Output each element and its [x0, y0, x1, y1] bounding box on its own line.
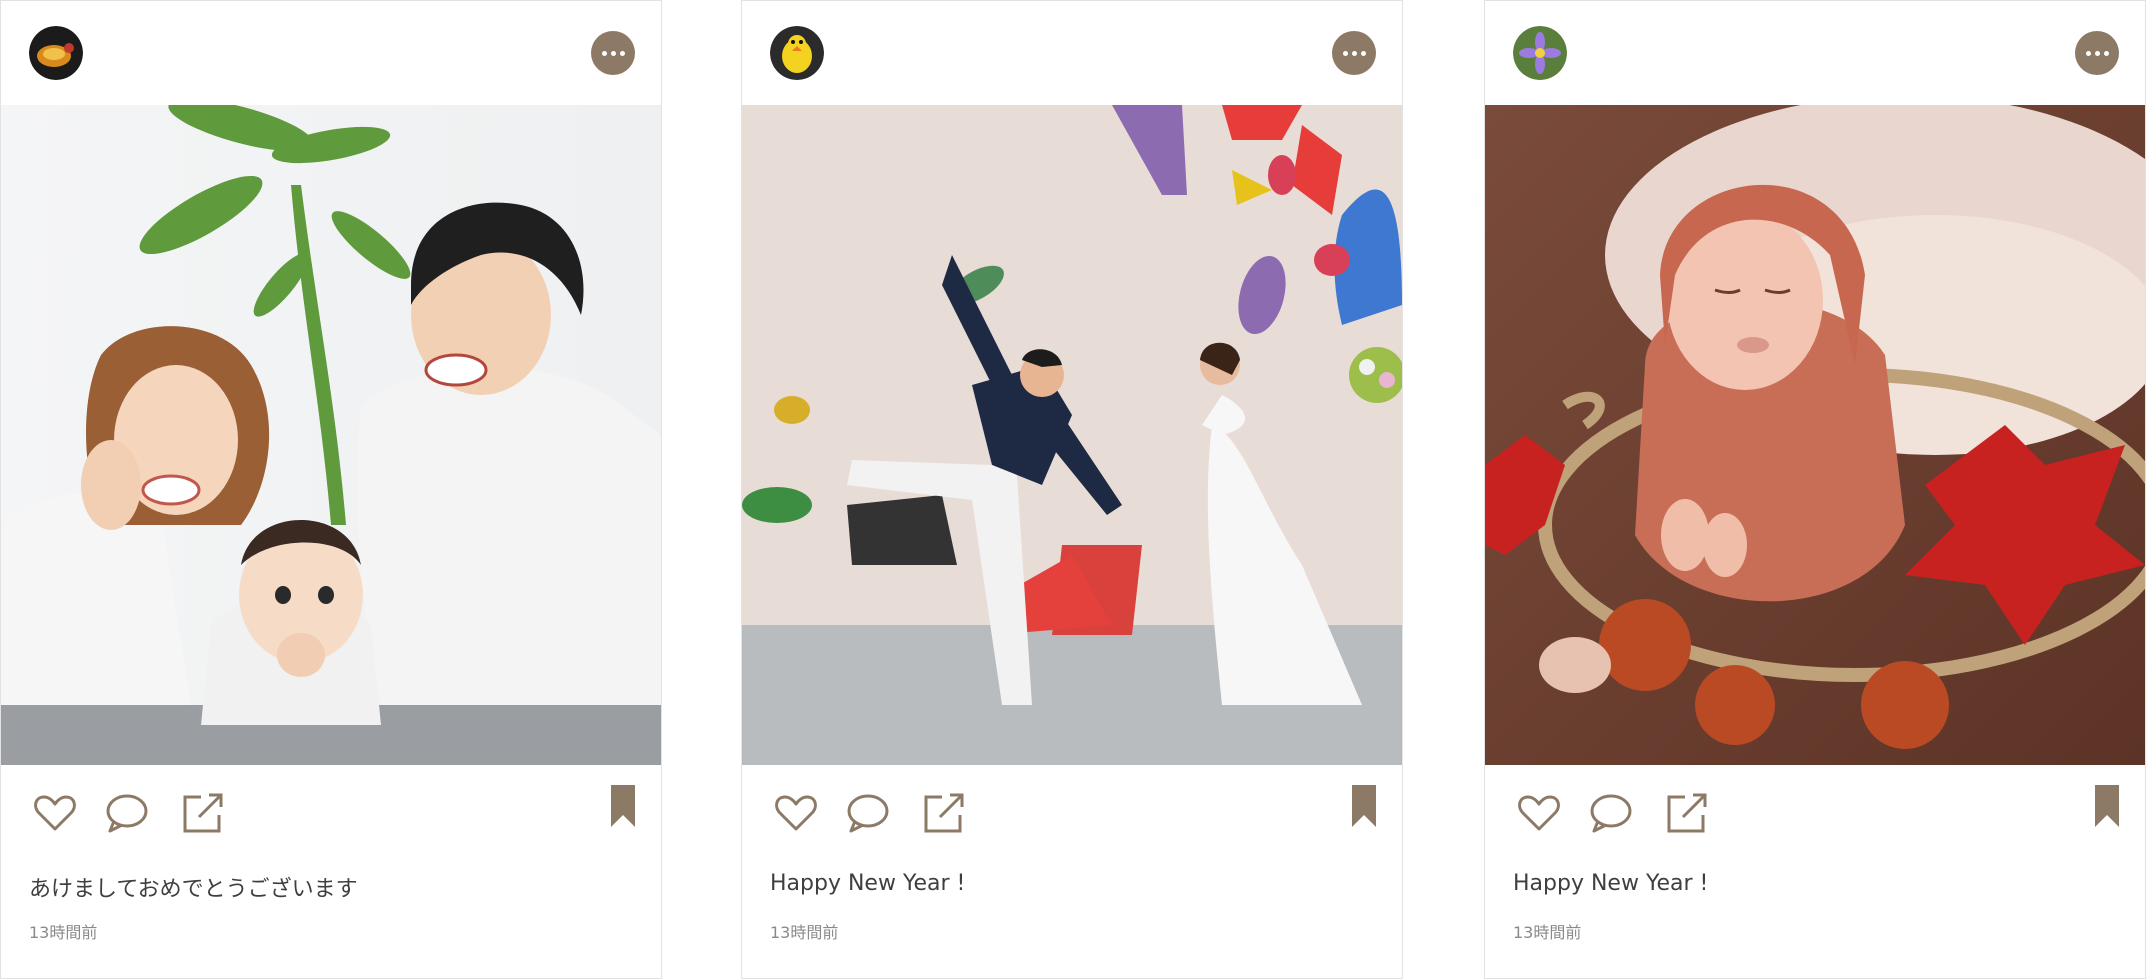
heart-icon[interactable] [31, 789, 79, 837]
more-options-button[interactable] [1332, 31, 1376, 75]
bookmark-icon[interactable] [2093, 783, 2121, 829]
post-photo [1485, 105, 2145, 765]
heart-icon[interactable] [1515, 789, 1563, 837]
post-header [742, 1, 1402, 105]
comment-icon[interactable] [844, 789, 892, 837]
post-actions [1, 765, 661, 865]
more-dots-icon [2085, 50, 2091, 56]
post-header [1, 1, 661, 105]
post-photo [1, 105, 661, 765]
post-timestamp: 13時間前 [1513, 923, 1582, 942]
user-avatar[interactable] [1513, 26, 1567, 80]
post-card: あけましておめでとうございます 13時間前 [0, 0, 662, 979]
share-icon[interactable] [1663, 789, 1711, 837]
post-header [1485, 1, 2145, 105]
more-dot [1360, 50, 1366, 56]
share-icon[interactable] [920, 789, 968, 837]
post-photo [742, 105, 1402, 765]
more-dots-icon [601, 50, 607, 56]
post-card: Happy New Year ! 13時間前 [741, 0, 1403, 979]
post-caption: Happy New Year ! [1513, 871, 1709, 896]
comment-icon[interactable] [1587, 789, 1635, 837]
comment-icon[interactable] [103, 789, 151, 837]
post-caption: Happy New Year ! [770, 871, 966, 896]
share-icon[interactable] [179, 789, 227, 837]
user-avatar[interactable] [29, 26, 83, 80]
more-options-button[interactable] [2075, 31, 2119, 75]
bookmark-icon[interactable] [609, 783, 637, 829]
more-dot [610, 50, 616, 56]
post-timestamp: 13時間前 [770, 923, 839, 942]
more-dot [1351, 50, 1357, 56]
user-avatar[interactable] [770, 26, 824, 80]
bookmark-icon[interactable] [1350, 783, 1378, 829]
heart-icon[interactable] [772, 789, 820, 837]
post-card: Happy New Year ! 13時間前 [1484, 0, 2146, 979]
more-dot [619, 50, 625, 56]
post-timestamp: 13時間前 [29, 923, 98, 942]
post-caption: あけましておめでとうございます [29, 877, 358, 902]
more-dot [2094, 50, 2100, 56]
post-actions [1485, 765, 2145, 865]
more-dot [2103, 50, 2109, 56]
more-dots-icon [1342, 50, 1348, 56]
post-actions [742, 765, 1402, 865]
more-options-button[interactable] [591, 31, 635, 75]
